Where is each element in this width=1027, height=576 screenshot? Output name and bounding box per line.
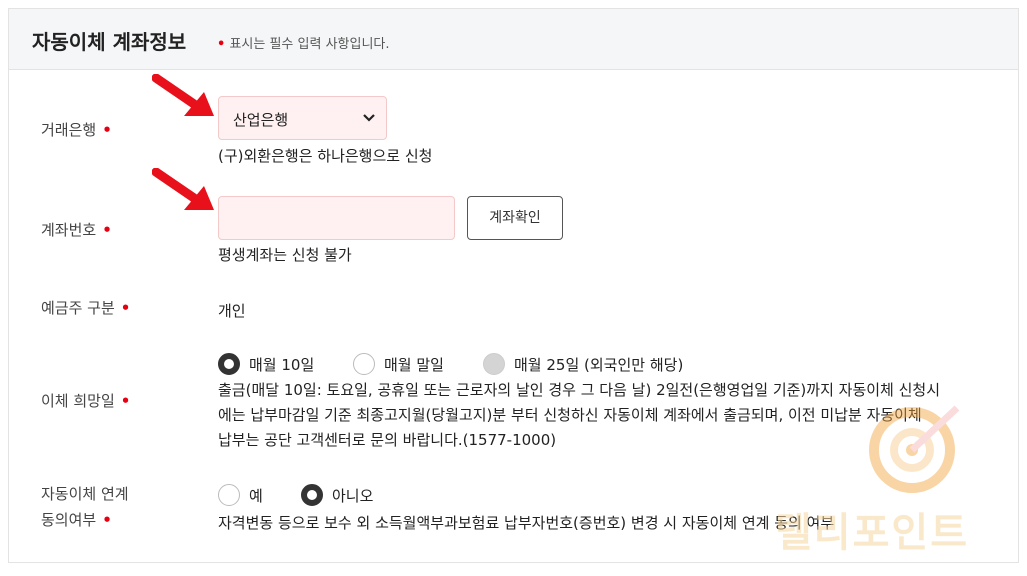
radio-checked-icon bbox=[218, 353, 240, 375]
bank-note: (구)외환은행은 하나은행으로 신청 bbox=[218, 147, 433, 165]
radio-unchecked-icon bbox=[353, 353, 375, 375]
red-arrow-icon bbox=[152, 74, 214, 116]
radio-day-25: 매월 25일 (외국인만 해당) bbox=[483, 353, 683, 375]
radio-unchecked-icon bbox=[218, 484, 240, 506]
chevron-down-icon bbox=[363, 114, 375, 122]
bank-label: 거래은행 • bbox=[41, 121, 112, 139]
holder-type-value: 개인 bbox=[218, 302, 246, 320]
bank-select[interactable]: 산업은행 bbox=[218, 96, 387, 140]
required-dot: • bbox=[102, 511, 112, 529]
radio-checked-icon bbox=[301, 484, 323, 506]
required-dot: • bbox=[102, 221, 112, 239]
watermark-logo: 텔리포인트 bbox=[775, 392, 1015, 572]
radio-disabled-icon bbox=[483, 353, 505, 375]
required-dot: • bbox=[120, 392, 131, 410]
account-label: 계좌번호 • bbox=[41, 221, 112, 239]
bank-select-value: 산업은행 bbox=[233, 111, 289, 129]
watermark-text: 텔리포인트 bbox=[775, 510, 969, 556]
transfer-day-radio-group: 매월 10일 매월 말일 매월 25일 (외국인만 해당) bbox=[218, 353, 918, 379]
account-number-input[interactable] bbox=[218, 196, 455, 240]
required-dot: • bbox=[120, 299, 131, 317]
section-header: 자동이체 계좌정보 • 표시는 필수 입력 사항입니다. bbox=[9, 9, 1018, 70]
red-arrow-icon bbox=[152, 168, 214, 210]
radio-consent-yes[interactable]: 예 bbox=[218, 484, 263, 506]
radio-month-end[interactable]: 매월 말일 bbox=[353, 353, 444, 375]
verify-account-button[interactable]: 계좌확인 bbox=[467, 196, 563, 240]
consent-radio-group: 예 아니오 bbox=[218, 484, 618, 510]
required-dot: • bbox=[217, 37, 226, 52]
consent-description: 자격변동 등으로 보수 외 소득월액부과보험료 납부자번호(증번호) 변경 시 … bbox=[218, 514, 835, 532]
transfer-day-label: 이체 희망일 • bbox=[41, 392, 131, 410]
radio-consent-no[interactable]: 아니오 bbox=[301, 484, 373, 506]
radio-day-10[interactable]: 매월 10일 bbox=[218, 353, 314, 375]
holder-type-label: 예금주 구분 • bbox=[41, 299, 131, 317]
required-legend: • 표시는 필수 입력 사항입니다. bbox=[217, 33, 390, 52]
consent-label: 자동이체 연계 동의여부 • bbox=[41, 485, 129, 529]
required-note: 표시는 필수 입력 사항입니다. bbox=[229, 37, 390, 52]
section-title: 자동이체 계좌정보 bbox=[32, 30, 187, 54]
account-note: 평생계좌는 신청 불가 bbox=[218, 246, 352, 264]
target-logo-icon bbox=[869, 405, 960, 493]
required-dot: • bbox=[102, 121, 112, 139]
